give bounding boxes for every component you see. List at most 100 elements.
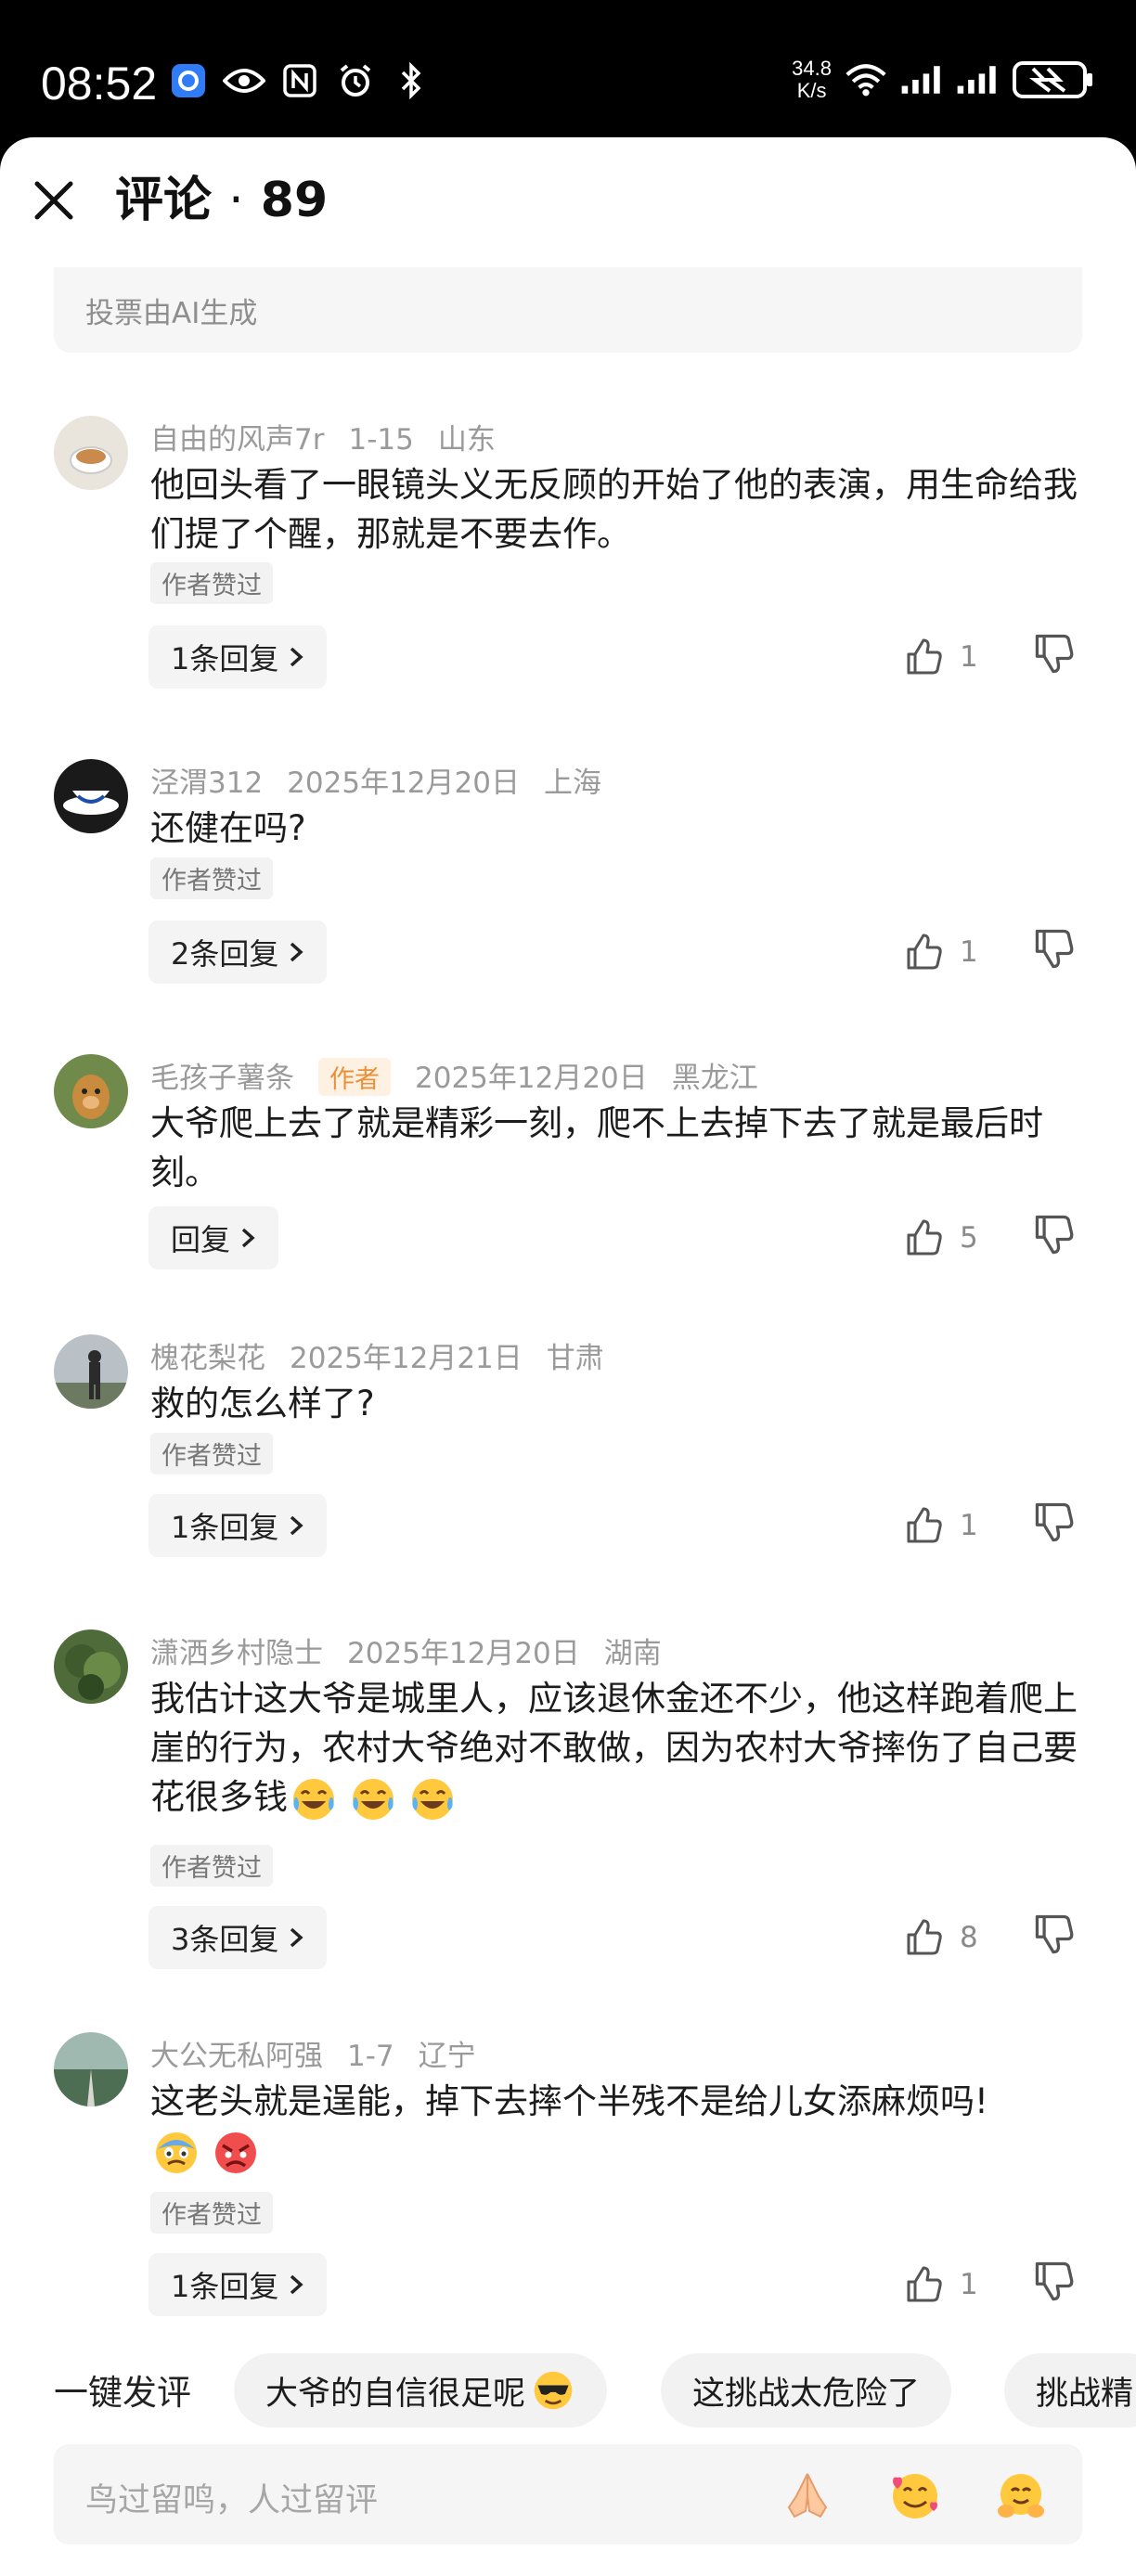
avatar[interactable] (54, 2032, 128, 2106)
thumbs-down-icon (1035, 2261, 1074, 2301)
thumbs-up-icon (907, 2266, 942, 2302)
comment-location: 湖南 (603, 1637, 662, 1670)
title-separator: · (228, 173, 244, 228)
quick-comment-chip[interactable]: 这挑战太危险了 (661, 2353, 952, 2428)
author-liked-badge: 作者赞过 (150, 1845, 273, 1887)
like-button[interactable]: 1 (904, 629, 1006, 685)
thumbs-up-icon (907, 638, 942, 675)
reply-label: 2条回复 (171, 936, 279, 972)
alarm-icon (334, 59, 377, 102)
comment-input[interactable]: 鸟过留鸣，人过留评 (54, 2444, 1082, 2544)
author-tag: 作者 (318, 1058, 391, 1096)
cool-sunglasses-emoji-icon (534, 2371, 573, 2410)
close-button[interactable] (28, 174, 80, 226)
quick-comment-bar: 一键发评 大爷的自信很足呢 这挑战太危险了 挑战精 (0, 2344, 1136, 2433)
like-button[interactable]: 1 (904, 2257, 1006, 2312)
signal-icon-2 (956, 58, 999, 101)
comment-text[interactable]: 救的怎么样了? (150, 1379, 1088, 1428)
reply-label: 回复 (171, 1222, 231, 1257)
comment-text-body: 这老头就是逞能，掉下去摔个半残不是给儿女添麻烦吗! (150, 2081, 988, 2121)
view-replies-button[interactable]: 2条回复 (148, 921, 328, 984)
comment-username[interactable]: 泾渭312 (150, 766, 263, 800)
comment-location: 甘肃 (546, 1342, 604, 1375)
praying-hands-emoji-icon[interactable] (780, 2468, 835, 2522)
network-speed: 34.8 K/s (792, 58, 832, 102)
avatar[interactable] (54, 1629, 128, 1704)
comment-text[interactable]: 这老头就是逞能，掉下去摔个半残不是给儿女添麻烦吗! (150, 2077, 1088, 2177)
thumbs-down-icon (1035, 1502, 1074, 1542)
comment-date: 2025年12月20日 (347, 1637, 580, 1670)
nfc-icon (278, 59, 321, 102)
laugh-cry-emoji-icon (412, 1778, 453, 1820)
avatar[interactable] (54, 416, 128, 490)
comment-meta: 泾渭312 2025年12月20日 上海 (150, 759, 626, 801)
comment-username[interactable]: 自由的风声7r (150, 423, 324, 457)
reply-button[interactable]: 回复 (148, 1206, 279, 1269)
comment-text[interactable]: 还健在吗? (150, 804, 1088, 853)
thumbs-down-icon (1035, 1215, 1074, 1255)
chevron-right-icon (290, 1515, 303, 1536)
like-button[interactable]: 5 (904, 1210, 1006, 1266)
app-notification-icon (167, 59, 210, 102)
comment-username[interactable]: 毛孩子薯条 (150, 1062, 294, 1095)
like-count: 1 (960, 935, 978, 969)
like-button[interactable]: 8 (904, 1910, 1006, 1965)
status-time: 08:52 (41, 58, 158, 109)
close-icon (34, 181, 73, 220)
thumbs-up-icon (907, 934, 942, 970)
network-speed-unit: K/s (796, 79, 827, 102)
reply-label: 1条回复 (171, 2269, 279, 2304)
thumbs-up-icon (907, 1219, 942, 1256)
avatar[interactable] (54, 1334, 128, 1409)
like-button[interactable]: 1 (904, 924, 1006, 980)
chevron-right-icon (290, 2274, 303, 2295)
author-liked-badge: 作者赞过 (150, 1433, 273, 1475)
quick-comment-chip[interactable]: 挑战精 (1004, 2353, 1136, 2428)
comment-text[interactable]: 他回头看了一眼镜头义无反顾的开始了他的表演，用生命给我们提了个醒，那就是不要去作… (150, 460, 1088, 559)
dislike-button[interactable] (1032, 1912, 1078, 1958)
comment-header: 评论 · 89 (0, 137, 1136, 267)
thumbs-down-icon (1035, 634, 1074, 674)
comment-location: 上海 (543, 766, 601, 800)
author-liked-badge: 作者赞过 (150, 857, 273, 899)
comment-meta: 潇洒乡村隐士 2025年12月20日 湖南 (150, 1629, 686, 1671)
chip-label: 挑战精 (1036, 2375, 1134, 2413)
comment-date: 1-7 (347, 2040, 394, 2073)
signal-icon-1 (900, 58, 943, 101)
dislike-button[interactable] (1032, 1212, 1078, 1258)
author-liked-badge: 作者赞过 (150, 562, 273, 604)
view-replies-button[interactable]: 1条回复 (148, 1494, 328, 1557)
dislike-button[interactable] (1032, 926, 1078, 972)
comment-text[interactable]: 我估计这大爷是城里人，应该退休金还不少，他这样跑着爬上崖的行为，农村大爷绝对不敢… (150, 1674, 1088, 1823)
dislike-button[interactable] (1032, 1500, 1078, 1546)
dislike-button[interactable] (1032, 2259, 1078, 2305)
dislike-button[interactable] (1032, 631, 1078, 677)
comment-text[interactable]: 大爷爬上去了就是精彩一刻，爬不上去掉下去了就是最后时刻。 (150, 1099, 1088, 1197)
avatar[interactable] (54, 759, 128, 833)
chevron-right-icon (290, 942, 303, 962)
like-count: 1 (960, 2268, 978, 2301)
avatar[interactable] (54, 1054, 128, 1128)
battery-charging-icon (1012, 58, 1095, 101)
comment-date: 2025年12月20日 (415, 1062, 648, 1095)
smiling-hearts-emoji-icon[interactable] (887, 2468, 943, 2522)
eye-icon (223, 59, 265, 102)
comment-date: 2025年12月21日 (290, 1342, 523, 1375)
reply-label: 1条回复 (171, 1510, 279, 1545)
thumbs-down-icon (1035, 1914, 1074, 1954)
like-count: 1 (960, 640, 978, 674)
like-count: 1 (960, 1509, 978, 1542)
quick-comment-chip[interactable]: 大爷的自信很足呢 (234, 2353, 608, 2428)
view-replies-button[interactable]: 1条回复 (148, 625, 328, 689)
like-button[interactable]: 1 (904, 1498, 1006, 1553)
comment-username[interactable]: 大公无私阿强 (150, 2040, 323, 2073)
comment-username[interactable]: 槐花梨花 (150, 1342, 265, 1375)
quick-comment-label: 一键发评 (54, 2373, 191, 2413)
laugh-cry-emoji-icon (353, 1778, 394, 1820)
hugging-face-emoji-icon[interactable] (993, 2468, 1049, 2522)
view-replies-button[interactable]: 1条回复 (148, 2253, 328, 2316)
like-count: 5 (960, 1221, 978, 1255)
view-replies-button[interactable]: 3条回复 (148, 1906, 328, 1969)
thumbs-up-icon (907, 1507, 942, 1543)
comment-username[interactable]: 潇洒乡村隐士 (150, 1637, 323, 1670)
